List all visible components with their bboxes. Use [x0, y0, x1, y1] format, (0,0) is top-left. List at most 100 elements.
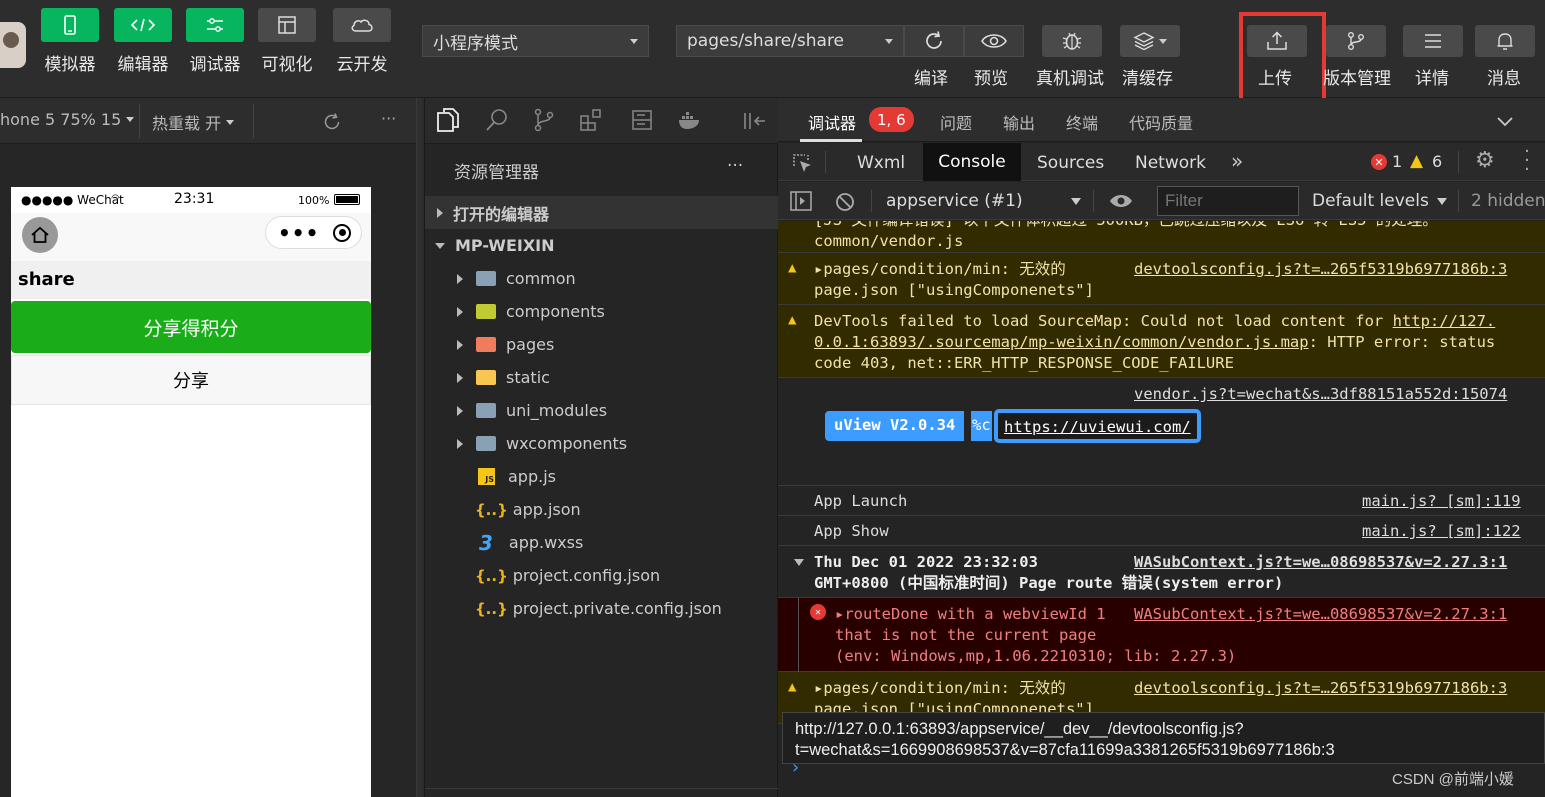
- tab-code-quality[interactable]: 代码质量: [1129, 110, 1193, 134]
- simulator-toggle-button[interactable]: 模拟器: [40, 8, 100, 75]
- tab-debugger[interactable]: 调试器: [808, 110, 856, 134]
- tree-item-static[interactable]: static: [425, 361, 779, 394]
- mode-select[interactable]: 小程序模式: [422, 25, 649, 57]
- message-text[interactable]: ▸pages/condition/min: 无效的: [814, 259, 1066, 280]
- tab-output[interactable]: 输出: [1003, 110, 1035, 134]
- sidebar-toggle-icon[interactable]: [790, 191, 812, 211]
- tree-item-pages[interactable]: pages: [425, 328, 779, 361]
- remote-debug-icon-button[interactable]: [1042, 25, 1102, 57]
- home-button[interactable]: [22, 217, 58, 253]
- project-section[interactable]: MP-WEIXIN: [425, 229, 779, 262]
- source-link[interactable]: vendor.js?t=wechat&s…3df88151a552d:15074: [1134, 384, 1507, 405]
- compile-label[interactable]: 编译: [914, 64, 948, 89]
- console-filter-input[interactable]: [1157, 186, 1299, 216]
- clear-cache-icon-button[interactable]: [1120, 25, 1180, 57]
- source-control-icon[interactable]: [533, 108, 555, 132]
- context-select[interactable]: appservice (#1): [886, 191, 1081, 211]
- source-link[interactable]: devtoolsconfig.js?t=…265f5319b6977186b:3: [1134, 259, 1507, 280]
- chevron-down-icon[interactable]: [1496, 116, 1514, 128]
- capsule-more-button[interactable]: •••: [278, 221, 319, 245]
- preview-label[interactable]: 预览: [974, 64, 1008, 89]
- tree-item-common[interactable]: common: [425, 262, 779, 295]
- outline-icon[interactable]: [631, 109, 653, 131]
- open-editors-section[interactable]: 打开的编辑器: [425, 196, 779, 229]
- details-label[interactable]: 详情: [1415, 64, 1449, 89]
- visual-toggle-button[interactable]: 可视化: [257, 8, 317, 75]
- editor-toggle-button[interactable]: 编辑器: [113, 8, 173, 75]
- device-select[interactable]: hone 5 75% 15: [0, 110, 135, 129]
- tree-item-components[interactable]: components: [425, 295, 779, 328]
- kebab-menu-icon[interactable]: · · ·: [1524, 143, 1530, 179]
- source-link[interactable]: WASubContext.js?t=we…08698537&v=2.27.3:1: [1134, 552, 1507, 573]
- tree-item-app-json[interactable]: {..} app.json: [425, 493, 779, 526]
- simulator-scrollbar[interactable]: [416, 98, 422, 797]
- messages-icon-button[interactable]: [1475, 25, 1535, 57]
- chevron-down-icon: [1436, 197, 1447, 205]
- tab-network[interactable]: Network: [1135, 153, 1206, 173]
- remote-debug-label[interactable]: 真机调试: [1036, 64, 1104, 89]
- files-icon[interactable]: [437, 108, 459, 132]
- message-text[interactable]: ▸pages/condition/min: 无效的: [814, 678, 1066, 699]
- source-link[interactable]: main.js? [sm]:119: [1362, 491, 1521, 512]
- uview-link[interactable]: https://uviewui.com/: [994, 409, 1201, 443]
- divider: [139, 104, 140, 138]
- inspect-icon[interactable]: [791, 152, 813, 174]
- sourcemap-link[interactable]: 0.0.1:63893/.sourcemap/mp-weixin/common/…: [814, 333, 1309, 351]
- gear-icon[interactable]: ⚙: [1475, 148, 1495, 173]
- clear-cache-label[interactable]: 清缓存: [1122, 64, 1173, 89]
- json-file-icon: {..}: [475, 500, 508, 519]
- console-group-header[interactable]: Thu Dec 01 2022 23:32:03 GMT+0800 (中国标准时…: [778, 546, 1545, 598]
- version-icon-button[interactable]: [1326, 25, 1386, 57]
- tab-issues[interactable]: 问题: [940, 110, 972, 134]
- source-link[interactable]: WASubContext.js?t=we…08698537&v=2.27.3:1: [1134, 604, 1507, 625]
- tree-item-project-config[interactable]: {..} project.config.json: [425, 559, 779, 592]
- rotate-icon[interactable]: [321, 111, 343, 133]
- tab-terminal[interactable]: 终端: [1066, 110, 1098, 134]
- tree-item-wxcomponents[interactable]: wxcomponents: [425, 427, 779, 460]
- chevron-right-icon: [437, 207, 443, 218]
- explorer-more-button[interactable]: ···: [727, 156, 743, 176]
- message-text[interactable]: ▸routeDone with a webviewId 1: [835, 604, 1106, 625]
- simulator-more-button[interactable]: ···: [381, 109, 396, 128]
- tree-item-app-wxss[interactable]: 3 app.wxss: [425, 526, 779, 559]
- message-text: common/vendor.js: [814, 232, 964, 250]
- tree-item-label: app.json: [512, 500, 581, 519]
- tab-console[interactable]: Console: [923, 143, 1021, 181]
- collapse-panel-icon[interactable]: [743, 111, 767, 131]
- search-icon[interactable]: [485, 108, 509, 132]
- share-button[interactable]: 分享: [11, 355, 371, 405]
- capsule-close-button[interactable]: [333, 223, 352, 242]
- extensions-icon[interactable]: [579, 108, 603, 132]
- docker-icon[interactable]: [677, 110, 703, 130]
- message-text: : HTTP error: status: [1308, 333, 1496, 351]
- tree-item-label: static: [506, 368, 550, 387]
- sourcemap-link[interactable]: http://127.: [1393, 312, 1496, 330]
- tree-item-app-js[interactable]: JS app.js: [425, 460, 779, 493]
- cloud-dev-button[interactable]: 云开发: [332, 8, 392, 75]
- tree-item-uni-modules[interactable]: uni_modules: [425, 394, 779, 427]
- warning-count[interactable]: 6: [1432, 152, 1442, 171]
- share-points-button[interactable]: 分享得积分: [11, 301, 371, 353]
- source-link[interactable]: devtoolsconfig.js?t=…265f5319b6977186b:3: [1134, 678, 1507, 699]
- log-levels-select[interactable]: Default levels: [1312, 191, 1447, 211]
- debugger-toggle-button[interactable]: 调试器: [185, 8, 245, 75]
- bug-icon: [1062, 32, 1082, 50]
- error-count[interactable]: 1: [1392, 152, 1402, 171]
- page-select[interactable]: pages/share/share: [676, 25, 904, 57]
- devtools-panel-tabs: Wxml Console Sources Network » ✕ 1 ▲ 6 ⚙…: [778, 143, 1545, 181]
- eye-icon[interactable]: [1109, 193, 1133, 209]
- tab-wxml[interactable]: Wxml: [857, 153, 905, 173]
- source-link[interactable]: main.js? [sm]:122: [1362, 521, 1521, 542]
- version-label[interactable]: 版本管理: [1323, 64, 1391, 89]
- clear-console-icon[interactable]: [835, 192, 855, 212]
- hotreload-select[interactable]: 热重载 开: [152, 110, 235, 134]
- tab-sources[interactable]: Sources: [1037, 153, 1104, 173]
- messages-label[interactable]: 消息: [1487, 64, 1521, 89]
- preview-icon-button[interactable]: [964, 25, 1024, 57]
- folder-icon: [476, 403, 496, 418]
- more-tabs-button[interactable]: »: [1231, 149, 1243, 173]
- details-icon-button[interactable]: [1403, 25, 1463, 57]
- compile-icon-button[interactable]: [904, 25, 964, 57]
- tree-item-project-private-config[interactable]: {..} project.private.config.json: [425, 592, 779, 625]
- avatar[interactable]: [0, 22, 26, 68]
